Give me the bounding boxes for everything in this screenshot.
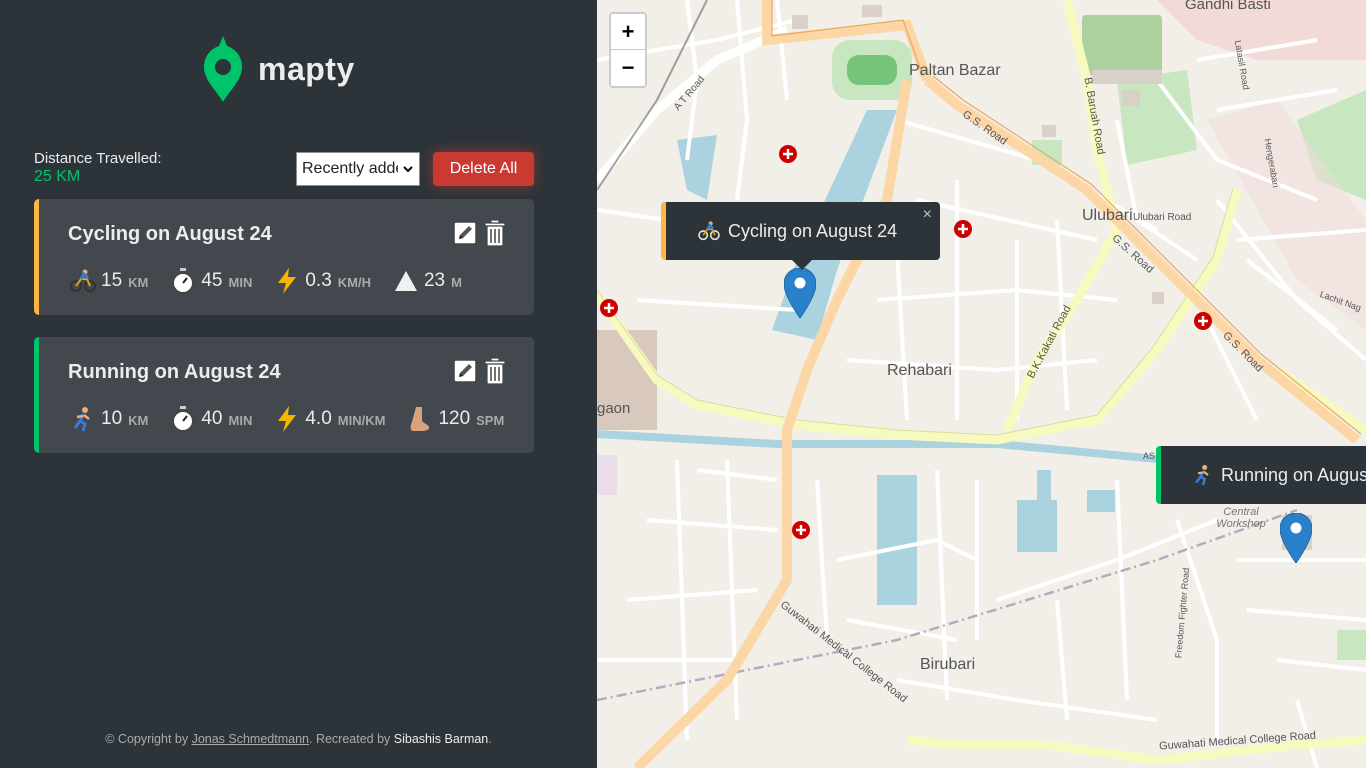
delete-button[interactable] [483,219,507,247]
copyright-middle: . Recreated by [309,732,394,746]
copyright-prefix: © Copyright by [105,732,192,746]
recreator-name: Sibashis Barman [393,732,489,746]
map-marker-cycling[interactable] [784,268,816,318]
popup-text: Cycling on August 24 [728,220,898,241]
distance-label: Distance Travelled: [34,150,162,167]
lightning-icon [274,406,300,432]
map-label-birubari: Birubari [920,656,976,673]
distance-value: 25 KM [34,168,81,185]
cyclist-icon [70,268,96,294]
workout-value: 10 [101,408,123,429]
workout-detail-duration: 40 MIN [170,406,252,432]
workout-value: 0.3 [305,270,332,291]
popup-cycling[interactable]: Cycling on August 24 × [661,202,940,270]
map-label-paltan-bazar: Paltan Bazar [909,62,1001,79]
map-pin-logo-icon [204,36,242,102]
delete-button[interactable] [483,357,507,385]
workout-unit: KM [128,413,149,428]
runner-icon [70,406,96,432]
workout-unit: M [451,275,462,290]
workout-detail-speed: 0.3 KM/H [274,268,371,294]
workout-unit: MIN [228,275,253,290]
lightning-icon [274,268,300,294]
sort-select[interactable]: Recently added [296,152,420,186]
map-label-ulubari: Ulubari [1082,207,1133,224]
edit-button[interactable] [453,219,477,247]
edit-button[interactable] [453,357,477,385]
popup-tip [792,260,812,270]
map-label-rehabari: Rehabari [887,362,952,379]
trash-icon [484,219,506,247]
runner-icon [1193,464,1213,486]
map-marker-running[interactable] [1280,513,1312,563]
map-label-central-workshop: Central Workshop [1216,506,1266,530]
workout-detail-pace: 4.0 MIN/KM [274,406,385,432]
map-label-gaon: gaon [597,400,631,417]
map[interactable]: Gandhi Basti Paltan Bazar Ulubari Ulubar… [597,0,1366,768]
map-label-ulubari-road: Ulubari Road [1133,212,1192,223]
workout-value: 23 [423,270,446,291]
copyright: © Copyright by Jonas Schmedtmann. Recrea… [0,732,597,746]
logo: mapty [204,36,355,102]
distance-summary: Distance Travelled: 25 KM [34,150,162,186]
workout-unit: MIN [228,413,253,428]
workout-detail-duration: 45 MIN [170,268,252,294]
workout-unit: MIN/KM [337,413,386,428]
stopwatch-icon [170,268,196,294]
workout-value: 4.0 [305,408,332,429]
workout-detail-cadence: 120 SPM [407,406,504,432]
workout-value: 45 [201,270,223,291]
workout-value: 15 [101,270,123,291]
workout-detail-distance: 15 KM [70,268,148,294]
sort-selected-value: Recently added [302,160,398,177]
workout-detail-elevation: 23 M [393,268,462,294]
workout-card-running[interactable]: Running on August 24 10 KM 40 MIN 4.0 MI… [34,337,534,453]
workout-unit: KM [128,275,149,290]
workout-actions [453,219,507,247]
workout-unit: KM/H [337,275,371,290]
zoom-in-button[interactable]: + [611,14,645,50]
zoom-control: + − [609,12,647,88]
workout-details: 10 KM 40 MIN 4.0 MIN/KM 120 SPM [70,405,504,433]
workout-unit: SPM [476,413,505,428]
popup-close-button[interactable]: × [923,206,932,224]
workout-title: Running on August 24 [68,361,281,383]
workout-title: Cycling on August 24 [68,223,272,245]
map-label-as: AS [1143,451,1156,461]
edit-icon [453,359,477,383]
stopwatch-icon [170,406,196,432]
map-tiles [597,0,1366,768]
map-label-gandhi-basti: Gandhi Basti [1185,0,1271,13]
foot-icon [407,406,433,432]
workout-card-cycling[interactable]: Cycling on August 24 15 KM 45 MIN 0.3 KM… [34,199,534,315]
logo-text: mapty [258,50,355,87]
workout-value: 120 [438,408,471,429]
elevation-icon [393,268,419,294]
workout-details: 15 KM 45 MIN 0.3 KM/H 23 M [70,267,462,295]
chevron-down-icon [403,166,413,173]
author-link[interactable]: Jonas Schmedtmann [192,732,309,746]
workout-value: 40 [201,408,223,429]
workout-actions [453,357,507,385]
copyright-suffix: . [488,732,492,746]
delete-all-button[interactable]: Delete All [433,152,534,186]
sidebar: mapty Distance Travelled: 25 KM Recently… [0,0,597,768]
edit-icon [453,221,477,245]
popup-running[interactable]: Running on August 24 [1156,446,1366,504]
cyclist-icon [698,221,720,241]
zoom-out-button[interactable]: − [611,50,645,86]
popup-text: Running on August 24 [1221,464,1366,485]
trash-icon [484,357,506,385]
workout-detail-distance: 10 KM [70,406,148,432]
